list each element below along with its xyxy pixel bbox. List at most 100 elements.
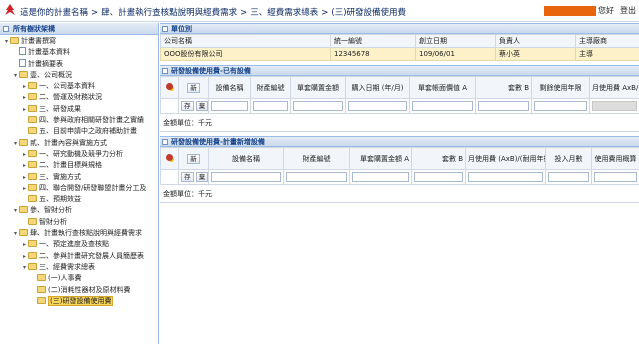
tree-item[interactable]: 五、預期效益 — [0, 194, 158, 205]
tree-item-label: 計畫基本資料 — [28, 48, 70, 57]
folder-icon — [37, 296, 46, 304]
tree-item[interactable]: ▾ 壹、公司概況 — [0, 70, 158, 81]
existing-equipment-panel-title: 研發設備使用費-已有設備 — [171, 67, 251, 75]
tree-item-label: (二)消耗性器材及原材料費 — [48, 285, 131, 294]
expand-toggle-icon[interactable]: ▸ — [21, 160, 28, 171]
expand-toggle-icon[interactable]: ▸ — [21, 149, 28, 160]
property-number-input[interactable] — [286, 172, 347, 182]
tree-item[interactable]: ▾ 貳、計畫內容與實施方式 — [0, 138, 158, 149]
tree-item-label: (一)人事費 — [48, 274, 82, 283]
existing-equipment-grid: 新 設備名稱 財產編號 單套購置金額 購入日期 (年/月) 單套帳面價值 A 套… — [160, 76, 639, 114]
tree-item[interactable]: 四、參與政府相關研發計畫之實績 — [0, 115, 158, 126]
expand-toggle-icon[interactable]: ▸ — [21, 172, 28, 183]
folder-icon — [28, 183, 37, 191]
sidebar: 所有樹狀架構 ▾ 計畫書撰寫 計畫基本資料 計畫摘要表 ▾ 壹、公司概況 ▸ 一、公司基本資料… — [0, 23, 159, 344]
expand-toggle-icon[interactable]: ▸ — [21, 104, 28, 115]
expand-toggle-icon[interactable]: ▸ — [21, 92, 28, 103]
column-header: 投入月數 — [545, 147, 592, 170]
document-icon — [19, 58, 26, 67]
tree-item[interactable]: (三)研發設備使用費 — [0, 295, 158, 307]
tree-item-label: 智財分析 — [39, 217, 67, 226]
column-header: 剩餘使用年限 — [531, 76, 590, 99]
breadcrumb-project[interactable]: 這是你的計畫名稱 — [20, 8, 88, 18]
tree-item[interactable]: ▸ 一、公司基本資料 — [0, 81, 158, 92]
folder-icon — [28, 127, 37, 135]
expand-toggle-icon[interactable]: ▸ — [21, 183, 28, 194]
usage-cost-input[interactable] — [594, 172, 637, 182]
tree-item[interactable]: (二)消耗性器材及原材料費 — [0, 285, 158, 296]
person-icon — [166, 83, 173, 90]
unit-price-input[interactable] — [352, 172, 409, 182]
set-count-input[interactable] — [414, 172, 463, 182]
expand-toggle-icon[interactable]: ▸ — [21, 239, 28, 250]
collapse-icon[interactable] — [162, 68, 168, 74]
table-row[interactable]: OOO股份有限公司 12345678 109/06/01 蔡小英 主導 — [160, 47, 639, 61]
tree-item-label: 二、參與計畫研究發展人員簡歷表 — [39, 251, 144, 260]
collapse-toggle-icon[interactable]: ▾ — [12, 138, 19, 149]
logout-link[interactable]: 登出 — [620, 5, 636, 16]
unit-price-input[interactable] — [293, 101, 343, 111]
top-bar: 這是你的計畫名稱 > 肆、計畫執行查核點說明與經費需求 > 三、經費需求總表 > (三)研發… — [0, 0, 639, 22]
monthly-fee-input[interactable] — [468, 172, 543, 182]
collapse-icon[interactable] — [3, 26, 9, 32]
tree-item[interactable]: ▸ 二、參與計畫研究發展人員簡歷表 — [0, 251, 158, 262]
collapse-toggle-icon[interactable]: ▾ — [3, 36, 10, 47]
column-header: 設備名稱 — [208, 76, 251, 99]
tree-item[interactable]: 計畫摘要表 — [0, 58, 158, 70]
tree-item[interactable]: ▾ 參、智財分析 — [0, 205, 158, 216]
equipment-name-input[interactable] — [211, 101, 248, 111]
tree-item-label: 壹、公司概況 — [30, 70, 72, 79]
new-button[interactable]: 新 — [187, 82, 200, 93]
save-button[interactable]: 存 — [181, 101, 194, 111]
breadcrumb: 這是你的計畫名稱 > 肆、計畫執行查核點說明與經費需求 > 三、經費需求總表 > (三)研發… — [20, 6, 406, 18]
book-value-input[interactable] — [412, 101, 473, 111]
tree-item[interactable]: (一)人事費 — [0, 273, 158, 284]
remaining-years-input[interactable] — [534, 101, 587, 111]
table-header-row: 新 設備名稱 財產編號 單套購置金額 購入日期 (年/月) 單套帳面價值 A 套… — [160, 76, 639, 99]
tree-item[interactable]: ▾ 計畫書撰寫 — [0, 36, 158, 47]
save-button[interactable]: 存 — [181, 172, 194, 182]
tree-item[interactable]: ▸ 二、計畫目標與規格 — [0, 160, 158, 171]
discard-button[interactable]: 棄 — [195, 101, 208, 111]
new-equipment-grid: 新 設備名稱 財產編號 單套購置金額 A 套數 B 月使用費 (AxB)/(耐用… — [160, 147, 639, 185]
tree-item[interactable]: ▸ 一、預定進度及查核點 — [0, 239, 158, 250]
tree-item[interactable]: ▸ 二、營運及財務狀況 — [0, 92, 158, 103]
set-count-input[interactable] — [478, 101, 529, 111]
new-equipment-panel-header: 研發設備使用費-計畫新增設備 — [160, 136, 639, 147]
tree-item[interactable]: 計畫基本資料 — [0, 47, 158, 58]
tree-item[interactable]: 五、目前申請中之政府補助計畫 — [0, 126, 158, 137]
folder-icon — [28, 161, 37, 169]
new-button[interactable]: 新 — [187, 153, 200, 164]
tree-item[interactable]: 智財分析 — [0, 217, 158, 228]
folder-icon — [37, 285, 46, 293]
folder-icon — [28, 82, 37, 90]
tree-item[interactable]: ▾ 三、經費需求總表 — [0, 262, 158, 273]
collapse-toggle-icon[interactable]: ▾ — [12, 70, 19, 81]
expand-toggle-icon[interactable]: ▸ — [21, 81, 28, 92]
person-icon — [166, 154, 173, 161]
expand-toggle-icon[interactable]: ▸ — [21, 251, 28, 262]
tree-item[interactable]: ▸ 一、研究動機及競爭力分析 — [0, 149, 158, 160]
collapse-toggle-icon[interactable]: ▾ — [21, 262, 28, 273]
unit-panel-header: 單位別 — [160, 23, 639, 34]
collapse-toggle-icon[interactable]: ▾ — [12, 205, 19, 216]
collapse-toggle-icon[interactable]: ▾ — [12, 228, 19, 239]
collapse-icon[interactable] — [162, 26, 168, 32]
tree-item[interactable]: ▾ 肆、計畫執行查核點說明與經費需求 — [0, 228, 158, 239]
icon-cell — [160, 147, 179, 170]
lead-company-cell: 主導 — [575, 47, 639, 61]
breadcrumb-section[interactable]: 肆、計畫執行查核點說明與經費需求 — [101, 8, 237, 18]
purchase-date-input[interactable] — [348, 101, 407, 111]
tree-item[interactable]: ▸ 四、聯合開發/研發聯盟計畫分工及 — [0, 183, 158, 194]
folder-icon — [28, 262, 37, 270]
tree-item[interactable]: ▸ 三、研發成果 — [0, 104, 158, 115]
discard-button[interactable]: 棄 — [195, 172, 208, 182]
collapse-icon[interactable] — [162, 139, 168, 145]
tree-item[interactable]: ▸ 三、實施方式 — [0, 172, 158, 183]
table-header-row: 公司名稱 統一編號 創立日期 負責人 主導廠商 — [160, 34, 639, 48]
equipment-name-input[interactable] — [211, 172, 281, 182]
breadcrumb-subsection[interactable]: 三、經費需求總表 — [250, 8, 318, 18]
months-input[interactable] — [548, 172, 589, 182]
property-number-input[interactable] — [253, 101, 288, 111]
tree-item-label: 肆、計畫執行查核點說明與經費需求 — [30, 229, 142, 238]
